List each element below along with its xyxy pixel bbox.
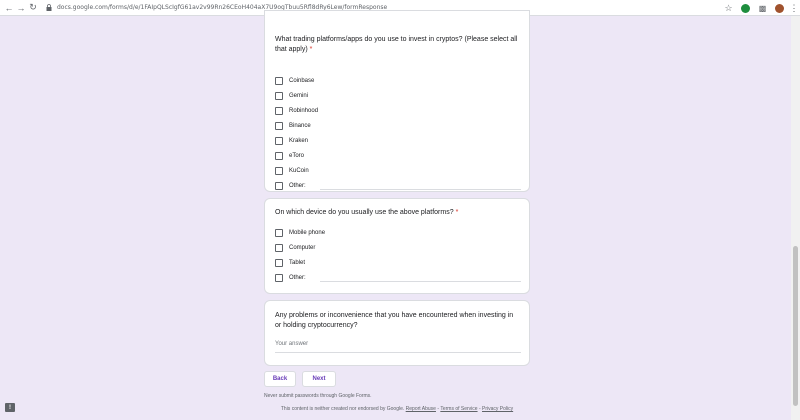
option-kraken[interactable]: Kraken (275, 133, 521, 148)
report-abuse-link[interactable]: Report Abuse (406, 406, 436, 412)
option-gemini[interactable]: Gemini (275, 88, 521, 103)
checkbox[interactable] (275, 228, 283, 237)
checkbox[interactable] (275, 136, 283, 145)
extension-icon[interactable] (741, 3, 750, 13)
forward-arrow-icon[interactable]: → (15, 0, 27, 16)
option-mobile-phone[interactable]: Mobile phone (275, 225, 521, 240)
footer-disclaimer: This content is neither created nor endo… (280, 406, 514, 412)
other-text-input[interactable] (319, 189, 521, 190)
password-warning: Never submit passwords through Google Fo… (264, 393, 372, 399)
terms-link[interactable]: Terms of Service (440, 406, 477, 412)
question-title: What trading platforms/apps do you use t… (275, 36, 518, 53)
reload-icon[interactable]: ↻ (27, 0, 39, 16)
question-title: On which device do you usually use the a… (275, 209, 459, 216)
back-arrow-icon[interactable]: ← (3, 0, 15, 16)
answer-input[interactable]: Your answer (275, 341, 521, 353)
checkbox[interactable] (275, 258, 283, 267)
kebab-menu-icon[interactable]: ⋮ (790, 3, 799, 13)
lock-icon[interactable] (45, 4, 53, 12)
question-card-problems: Any problems or inconvenience that you h… (264, 300, 530, 366)
option-other[interactable]: Other: (275, 178, 521, 193)
question-card-device: On which device do you usually use the a… (264, 198, 530, 294)
checkbox[interactable] (275, 181, 283, 190)
question-card-platforms: What trading platforms/apps do you use t… (264, 10, 530, 192)
checkbox[interactable] (275, 151, 283, 160)
checkbox-group: Mobile phone Computer Tablet Other: (275, 225, 521, 285)
required-asterisk: * (455, 209, 459, 216)
checkbox[interactable] (275, 91, 283, 100)
checkbox[interactable] (275, 166, 283, 175)
other-text-input[interactable] (319, 281, 521, 282)
checkbox[interactable] (275, 121, 283, 130)
option-robinhood[interactable]: Robinhood (275, 103, 521, 118)
checkbox[interactable] (275, 273, 283, 282)
profile-avatar[interactable] (775, 3, 784, 13)
next-button[interactable]: Next (302, 371, 336, 387)
option-computer[interactable]: Computer (275, 240, 521, 255)
question-title: Any problems or inconvenience that you h… (275, 312, 514, 329)
bookmark-star-icon[interactable]: ☆ (724, 3, 733, 13)
option-tablet[interactable]: Tablet (275, 255, 521, 270)
page-scrollbar[interactable] (791, 16, 800, 420)
checkbox-group: Coinbase Gemini Robinhood Binance Kraken… (275, 73, 521, 193)
required-asterisk: * (309, 46, 313, 53)
option-kucoin[interactable]: KuCoin (275, 163, 521, 178)
report-issue-icon[interactable]: ! (5, 403, 15, 412)
privacy-link[interactable]: Privacy Policy (482, 406, 513, 412)
extensions-puzzle-icon[interactable]: ▩ (758, 4, 767, 13)
option-coinbase[interactable]: Coinbase (275, 73, 521, 88)
option-binance[interactable]: Binance (275, 118, 521, 133)
checkbox[interactable] (275, 106, 283, 115)
option-etoro[interactable]: eToro (275, 148, 521, 163)
scrollbar-thumb[interactable] (793, 246, 798, 406)
option-other[interactable]: Other: (275, 270, 521, 285)
checkbox[interactable] (275, 243, 283, 252)
back-button[interactable]: Back (264, 371, 296, 387)
checkbox[interactable] (275, 76, 283, 85)
